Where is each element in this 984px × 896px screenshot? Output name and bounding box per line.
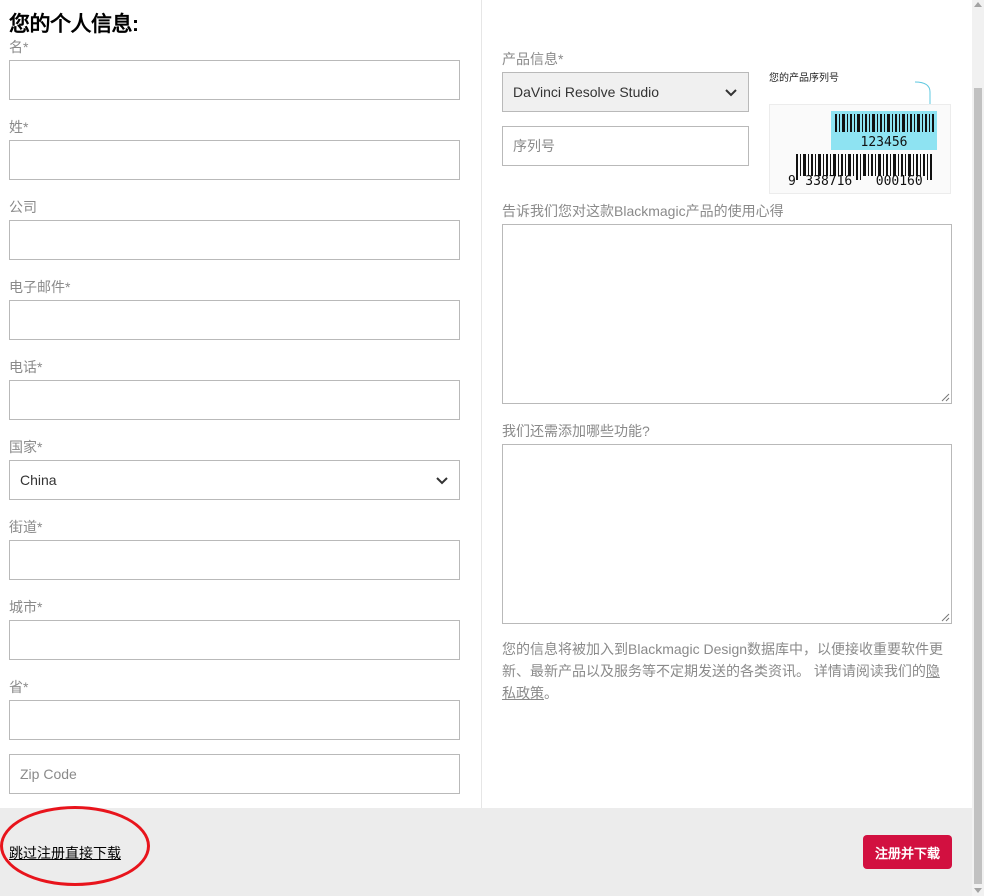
city-field[interactable]	[9, 620, 460, 660]
product-info-label: 产品信息*	[502, 51, 564, 67]
barcode-image: 123456 9 338716 000160	[788, 111, 937, 189]
serial-number-field[interactable]: 序列号	[502, 126, 749, 166]
product-select[interactable]: DaVinci Resolve Studio	[502, 72, 749, 112]
first-name-label: 名*	[9, 39, 29, 55]
scroll-up-arrow-icon[interactable]	[974, 2, 982, 7]
street-label: 街道*	[9, 519, 43, 535]
features-label: 我们还需添加哪些功能?	[502, 423, 650, 439]
column-divider	[481, 0, 482, 808]
feedback-textarea[interactable]	[502, 224, 952, 404]
phone-label: 电话*	[9, 359, 43, 375]
features-textarea[interactable]	[502, 444, 952, 624]
company-label: 公司	[9, 199, 37, 215]
province-label: 省*	[9, 679, 29, 695]
privacy-notice: 您的信息将被加入到Blackmagic Design数据库中，以便接收重要软件更…	[502, 638, 952, 704]
registration-form: 您的个人信息: 名* 姓* 公司 电子邮件* 电话* 国家* China 街道*…	[0, 0, 972, 808]
chevron-down-icon	[725, 89, 737, 97]
barcode-short-number: 123456	[861, 135, 908, 150]
resize-grip-icon[interactable]	[940, 612, 950, 622]
zip-code-field[interactable]: Zip Code	[9, 754, 460, 794]
city-label: 城市*	[9, 599, 43, 615]
email-label: 电子邮件*	[9, 279, 71, 295]
feedback-label: 告诉我们您对这款Blackmagic产品的使用心得	[502, 203, 784, 219]
scroll-down-arrow-icon[interactable]	[974, 888, 982, 893]
privacy-notice-end: 。	[544, 685, 558, 701]
scrollbar-thumb[interactable]	[974, 88, 982, 884]
resize-grip-icon[interactable]	[940, 392, 950, 402]
chevron-down-icon	[436, 477, 448, 485]
register-and-download-button[interactable]: 注册并下载	[863, 835, 952, 869]
province-field[interactable]	[9, 700, 460, 740]
privacy-notice-text: 您的信息将被加入到Blackmagic Design数据库中，以便接收重要软件更…	[502, 641, 944, 679]
highlight-circle-annotation	[0, 806, 150, 886]
first-name-field[interactable]	[9, 60, 460, 100]
barcode-long-number: 338716 000160	[805, 174, 922, 189]
product-selected-value: DaVinci Resolve Studio	[513, 84, 660, 100]
email-field[interactable]	[9, 300, 460, 340]
barcode-lead-digit: 9	[788, 174, 796, 189]
barcode-illustration: 123456 9 338716 000160	[769, 104, 951, 194]
country-value: China	[20, 472, 57, 488]
phone-field[interactable]	[9, 380, 460, 420]
country-select[interactable]: China	[9, 460, 460, 500]
last-name-label: 姓*	[9, 119, 29, 135]
country-label: 国家*	[9, 439, 43, 455]
street-field[interactable]	[9, 540, 460, 580]
company-field[interactable]	[9, 220, 460, 260]
page-title: 您的个人信息:	[9, 13, 139, 36]
serial-caption: 您的产品序列号	[769, 73, 839, 84]
last-name-field[interactable]	[9, 140, 460, 180]
